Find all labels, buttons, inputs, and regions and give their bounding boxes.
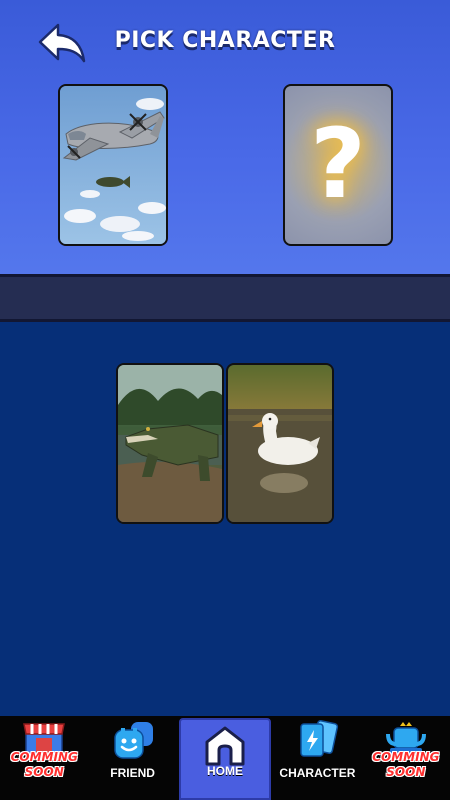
- selected-character-card[interactable]: [58, 84, 168, 246]
- nav-character[interactable]: CHARACTER: [273, 716, 361, 800]
- page-title: PICK CHARACTER: [114, 28, 336, 53]
- question-mark-icon: ?: [310, 108, 366, 220]
- bomber-plane-image: [60, 86, 166, 244]
- nav-friend[interactable]: FRIEND: [88, 716, 176, 800]
- friend-icon: [113, 722, 153, 759]
- nav-friend-label: FRIEND: [110, 766, 155, 780]
- nav-shop[interactable]: COMMING SOON: [0, 716, 88, 800]
- bottom-nav: COMMING SOON FRIEND HOME CHARACTER COMMI…: [0, 716, 450, 800]
- nav-home[interactable]: HOME: [178, 718, 272, 800]
- opponent-mystery-card: ?: [283, 84, 393, 246]
- cards-icon: [300, 720, 339, 757]
- nav-home-label: HOME: [207, 764, 244, 778]
- home-icon: [205, 726, 245, 766]
- duck-image: [228, 365, 332, 522]
- nav-ranking[interactable]: COMMING SOON: [362, 716, 450, 800]
- coming-soon-label: COMMING SOON: [10, 750, 78, 779]
- character-card-crocodile[interactable]: [116, 363, 224, 524]
- coming-soon-label: COMMING SOON: [372, 750, 440, 779]
- nav-character-label: CHARACTER: [279, 766, 356, 780]
- character-pool-area: [0, 322, 450, 716]
- character-card-duck[interactable]: [226, 363, 334, 524]
- crocodile-image: [118, 365, 222, 522]
- divider-band: [0, 274, 450, 322]
